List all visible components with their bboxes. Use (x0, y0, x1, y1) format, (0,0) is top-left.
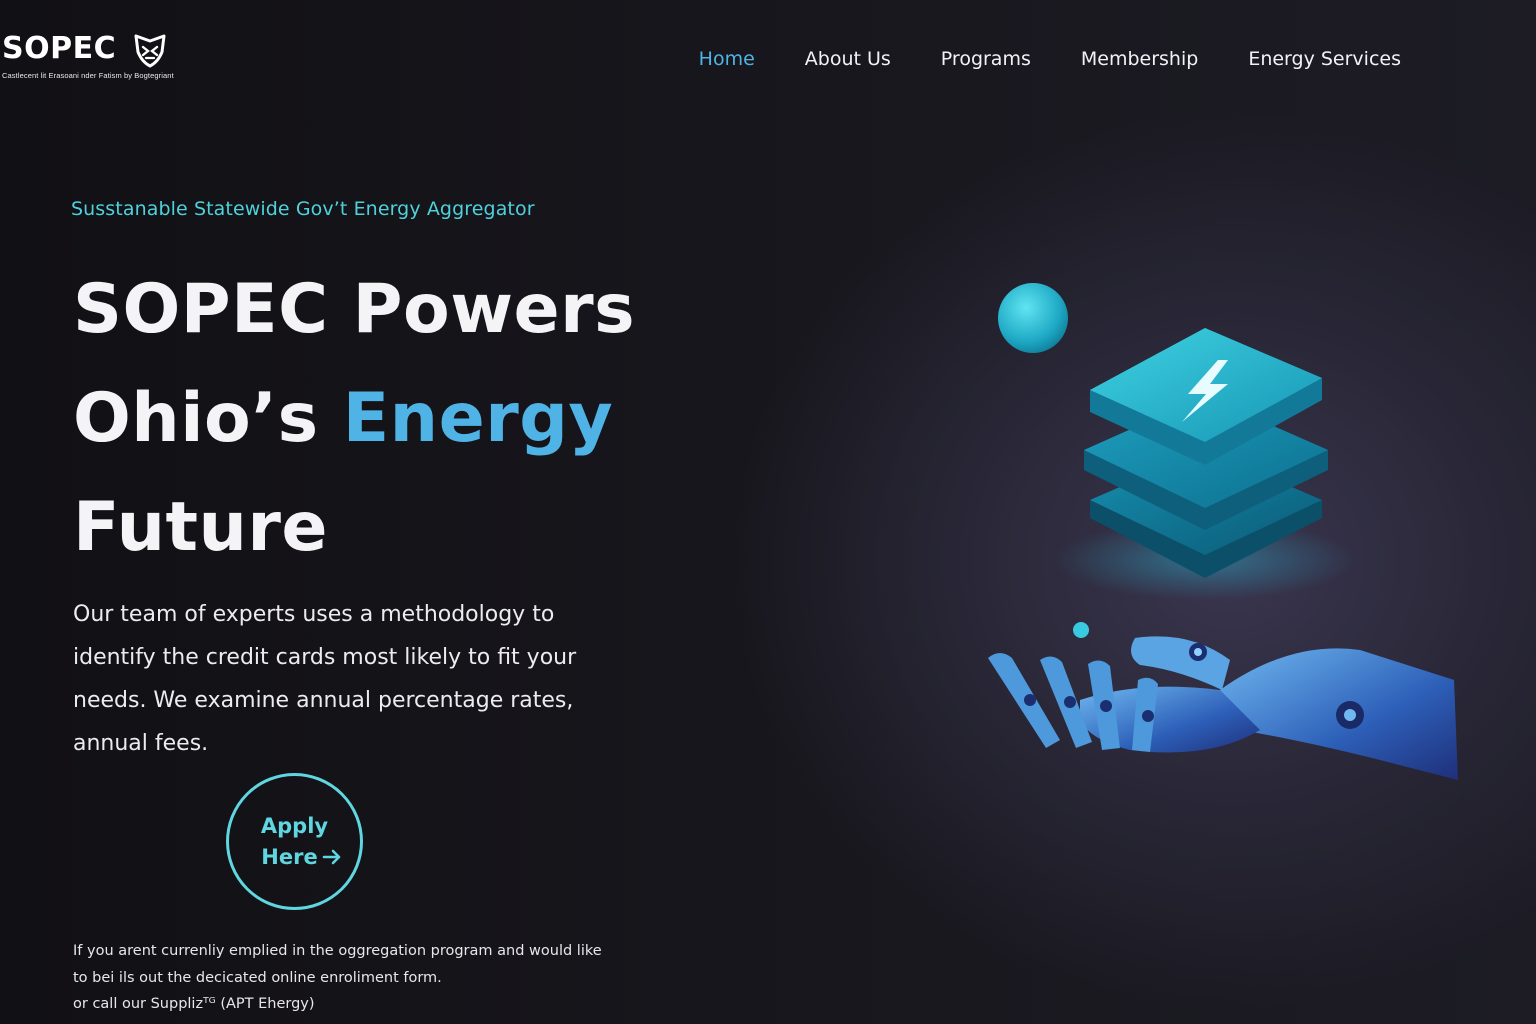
apply-button-label-line1: Apply (260, 813, 329, 838)
hero-illustration (960, 260, 1480, 820)
hero-title-line2: Ohio’s (73, 379, 343, 458)
hero-eyebrow: Susstanable Statewide Gov’t Energy Aggre… (71, 198, 535, 220)
shield-icon (134, 34, 166, 68)
enrollment-note-line2: to bei ils out the decicated online enro… (73, 969, 442, 986)
nav-item-energy-services[interactable]: Energy Services (1248, 44, 1401, 74)
nav-item-membership[interactable]: Membership (1081, 44, 1198, 74)
nav-item-programs[interactable]: Programs (941, 44, 1031, 74)
hero-description: Our team of experts uses a methodology t… (73, 602, 577, 756)
apply-here-button[interactable]: Apply Here (226, 773, 363, 910)
nav-item-home[interactable]: Home (699, 44, 755, 74)
hero-title-line1: SOPEC Powers (73, 270, 636, 349)
enrollment-note-line3: or call our Supplizᵀᴳ (APT Ehergy) (73, 996, 315, 1012)
hero-title-line3: Future (73, 488, 329, 567)
apply-button-label-line2: Here (261, 844, 318, 869)
enrollment-note-line1: If you arent currenliy emplied in the og… (73, 943, 602, 959)
hero-title: SOPEC Powers Ohio’s Energy Future (73, 255, 713, 582)
logo-tagline: Castlecent lit Erasoani nder Fatism by B… (2, 71, 174, 80)
enrollment-note: If you arent currenliy emplied in the og… (73, 938, 633, 1018)
nav-item-about-us[interactable]: About Us (805, 44, 891, 74)
arrow-right-icon (322, 849, 341, 865)
logo-wordmark: SOPEC (2, 31, 117, 66)
robotic-hand-icon (988, 636, 1458, 780)
hero-title-accent: Energy (342, 379, 614, 458)
logo[interactable]: SOPEC Castlecent lit Erasoani nder Fatis… (2, 30, 174, 86)
main-nav: Home About Us Programs Membership Energy… (699, 44, 1401, 74)
energy-hand-illustration (988, 283, 1458, 780)
